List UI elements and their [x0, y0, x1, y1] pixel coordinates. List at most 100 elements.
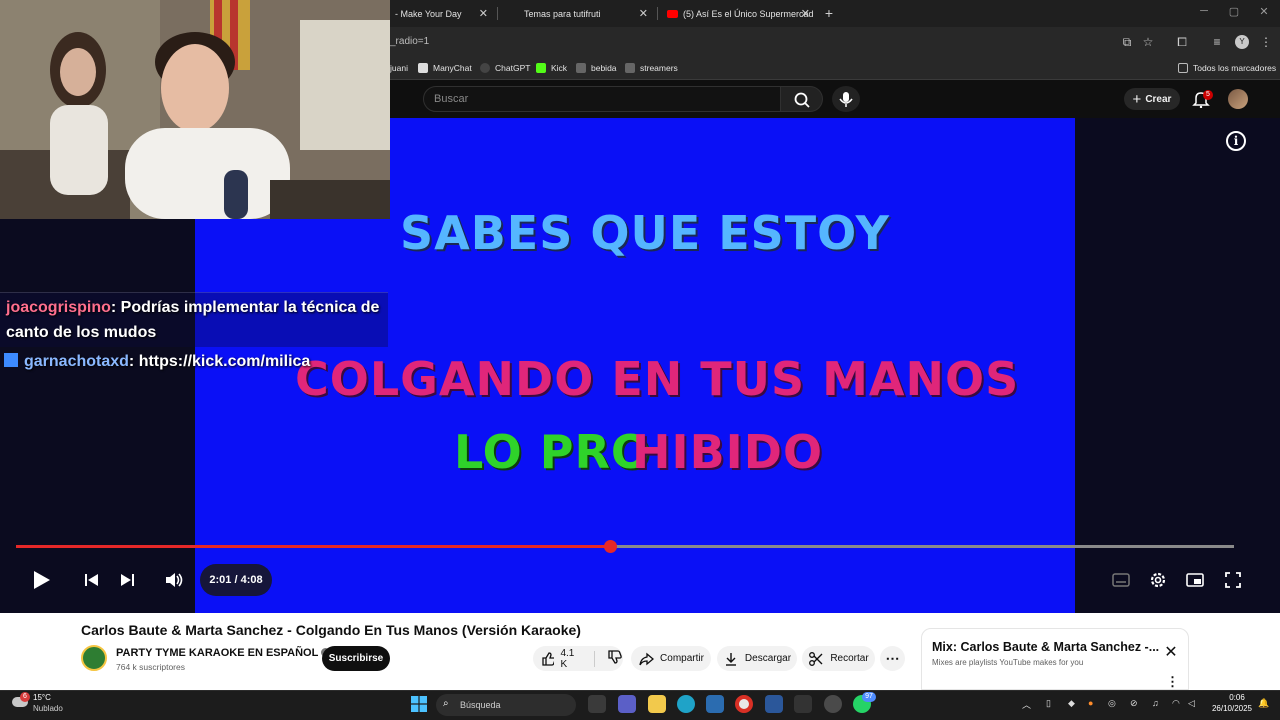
volume-button[interactable]: [162, 568, 186, 592]
all-bookmarks[interactable]: Todos los marcadores: [1178, 57, 1276, 79]
like-button[interactable]: 4.1 K: [541, 648, 580, 670]
channel-name[interactable]: PARTY TYME KARAOKE EN ESPAÑOL: [116, 647, 331, 659]
bookmark-manychat[interactable]: ManyChat: [418, 57, 472, 79]
bookmark-streamers[interactable]: streamers: [625, 57, 678, 79]
bookmark-chatgpt[interactable]: ChatGPT: [480, 57, 530, 79]
all-bookmarks-label: Todos los marcadores: [1193, 63, 1277, 73]
taskbar-search-input[interactable]: Búsqueda: [436, 694, 576, 716]
gear-icon: [1150, 572, 1166, 588]
webcam-feed-image: [0, 0, 390, 219]
wifi-icon[interactable]: ◠: [1172, 698, 1180, 709]
new-tab-button[interactable]: +: [822, 5, 836, 21]
teams-icon[interactable]: [618, 695, 636, 713]
tab-youtube-active[interactable]: (5) Así Es el Único Supermercad ✕: [660, 0, 820, 27]
clock-time[interactable]: 0:06: [1222, 693, 1252, 702]
clock-date[interactable]: 26/10/2025: [1208, 704, 1256, 713]
info-icon[interactable]: i: [1226, 131, 1246, 151]
tray-app-icon[interactable]: ◎: [1108, 698, 1116, 709]
edge-icon[interactable]: [677, 695, 695, 713]
tab-make-your-day[interactable]: - Make Your Day ✕: [390, 0, 498, 27]
voice-search-button[interactable]: [832, 86, 860, 112]
subscribe-button[interactable]: Suscribirse: [322, 646, 390, 671]
like-dislike-group: 4.1 K: [533, 646, 623, 671]
theater-mode-button[interactable]: [1183, 568, 1207, 592]
next-button[interactable]: [115, 568, 139, 592]
search-button[interactable]: [781, 86, 823, 112]
battery-icon[interactable]: ▯: [1046, 698, 1051, 709]
chatgpt-icon: [480, 63, 490, 73]
mix-title[interactable]: Mix: Carlos Baute & Marta Sanchez -...: [932, 640, 1159, 654]
file-explorer-icon[interactable]: [648, 695, 666, 713]
previous-button[interactable]: [80, 568, 104, 592]
weather-condition[interactable]: Nublado: [33, 704, 63, 713]
media-control-icon[interactable]: ≡: [1209, 34, 1225, 50]
minimize-icon[interactable]: ─: [1194, 5, 1214, 21]
star-icon[interactable]: ☆: [1140, 34, 1156, 50]
extensions-icon[interactable]: ⧠: [1174, 34, 1190, 50]
tray-app-icon[interactable]: ●: [1088, 698, 1093, 708]
window-close-icon[interactable]: ✕: [1254, 5, 1274, 21]
notification-center-icon[interactable]: 🔔: [1258, 698, 1269, 709]
tray-overflow-icon[interactable]: ︿: [1022, 698, 1031, 711]
address-bar[interactable]: _radio=1: [380, 31, 1160, 53]
chat-username: joacogrispino: [6, 299, 111, 316]
youtube-icon: [667, 9, 678, 18]
channel-name-label: PARTY TYME KARAOKE EN ESPAÑOL: [116, 647, 319, 659]
word-icon[interactable]: [765, 695, 783, 713]
task-view-icon[interactable]: [588, 695, 606, 713]
subtitles-button[interactable]: [1109, 568, 1133, 592]
microphone-icon[interactable]: ♫: [1152, 698, 1159, 708]
chat-username: garnachotaxd: [24, 353, 129, 370]
more-actions-button[interactable]: ⋯: [880, 646, 905, 671]
tray-app-icon[interactable]: ◆: [1068, 698, 1075, 709]
divider: [594, 650, 595, 667]
chrome-icon[interactable]: [735, 695, 753, 713]
download-button[interactable]: Descargar: [717, 646, 797, 671]
obs-icon[interactable]: [824, 695, 842, 713]
store-icon[interactable]: [706, 695, 724, 713]
dislike-button[interactable]: [607, 649, 623, 668]
speaker-icon[interactable]: ◁: [1188, 698, 1195, 709]
share-icon: [639, 652, 655, 665]
fullscreen-button[interactable]: [1221, 568, 1245, 592]
chat-text: : https://kick.com/milica: [128, 353, 311, 370]
bookmark-bebida[interactable]: bebida: [576, 57, 617, 79]
miniplayer-icon: [1186, 573, 1204, 587]
capcut-icon[interactable]: [794, 695, 812, 713]
webcam-overlay: [0, 0, 390, 219]
bookmark-juani[interactable]: juani: [390, 57, 408, 79]
lyric-line-3-sung: LO PRO: [454, 425, 652, 479]
fullscreen-icon: [1225, 572, 1241, 588]
close-icon[interactable]: ✕: [639, 7, 648, 20]
share-label: Compartir: [660, 653, 704, 664]
search-input[interactable]: Buscar: [423, 86, 781, 112]
create-button[interactable]: + Crear: [1124, 88, 1180, 110]
profile-avatar[interactable]: Y: [1235, 35, 1249, 49]
install-app-icon[interactable]: ⧉: [1119, 34, 1135, 50]
maximize-icon[interactable]: ▢: [1224, 5, 1244, 21]
progress-played: [16, 545, 610, 548]
close-icon[interactable]: ✕: [801, 7, 810, 20]
close-icon[interactable]: ✕: [1162, 644, 1180, 662]
tab-separator: [497, 7, 498, 20]
whatsapp-badge: 97: [862, 692, 876, 702]
close-icon[interactable]: ✕: [479, 7, 488, 20]
menu-icon[interactable]: ⋮: [1258, 34, 1274, 50]
like-count: 4.1 K: [560, 647, 575, 670]
progress-scrubber-handle[interactable]: [604, 540, 617, 553]
user-avatar[interactable]: [1228, 89, 1248, 109]
tray-app-icon[interactable]: ⊘: [1130, 698, 1138, 709]
windows-start-icon[interactable]: [411, 696, 427, 712]
bookmark-label: Kick: [551, 63, 568, 73]
bookmark-kick[interactable]: Kick: [536, 57, 567, 79]
play-button[interactable]: [29, 568, 53, 592]
settings-button[interactable]: [1146, 568, 1170, 592]
mix-menu-icon[interactable]: ⋮: [1166, 674, 1179, 690]
folder-icon: [576, 63, 586, 73]
clip-button[interactable]: Recortar: [802, 646, 875, 671]
share-button[interactable]: Compartir: [631, 646, 711, 671]
tab-label: - Make Your Day: [395, 8, 462, 19]
channel-avatar[interactable]: [81, 645, 107, 671]
tab-temas-tutifruti[interactable]: Temas para tutifruti ✕: [500, 0, 658, 27]
weather-temperature[interactable]: 15°C: [33, 693, 51, 702]
